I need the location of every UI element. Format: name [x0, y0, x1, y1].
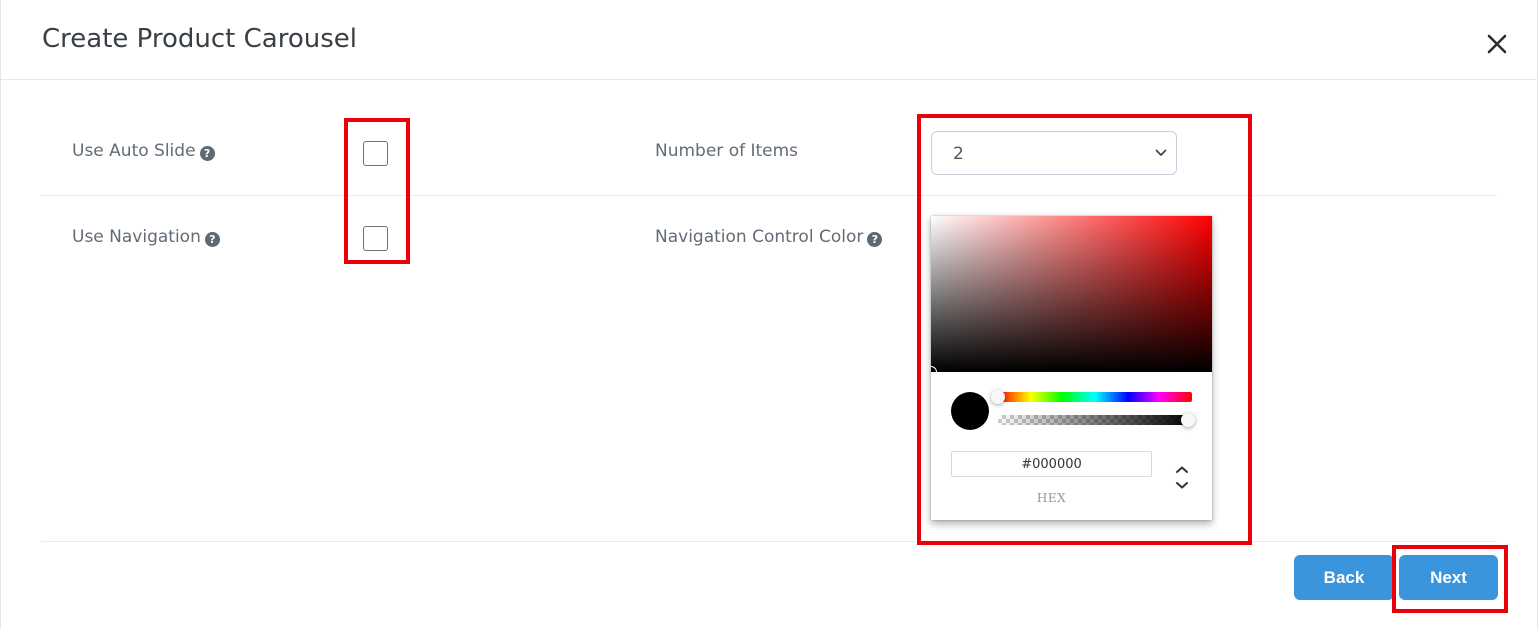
settings-highlight-box [917, 114, 1252, 545]
row-divider [41, 195, 1497, 196]
modal-title: Create Product Carousel [42, 24, 357, 54]
auto-slide-help-icon[interactable]: ? [199, 146, 215, 161]
create-product-carousel-modal: Create Product Carousel Use Auto Slide? … [0, 0, 1538, 629]
close-icon [1487, 34, 1507, 54]
nav-control-color-help-icon[interactable]: ? [867, 232, 883, 247]
footer-divider [41, 541, 1497, 542]
nav-control-color-label-text: Navigation Control Color [655, 227, 864, 247]
checkbox-highlight-box [344, 118, 410, 264]
back-button[interactable]: Back [1294, 555, 1394, 600]
close-button[interactable] [1481, 28, 1513, 60]
navigation-label-text: Use Navigation [72, 227, 201, 247]
navigation-label: Use Navigation? [72, 227, 220, 247]
navigation-help-icon[interactable]: ? [204, 232, 220, 247]
auto-slide-label: Use Auto Slide? [72, 141, 215, 161]
number-of-items-label: Number of Items [655, 141, 799, 161]
auto-slide-label-text: Use Auto Slide [72, 141, 196, 161]
next-button-highlight-box [1392, 545, 1508, 613]
nav-control-color-label: Navigation Control Color? [655, 227, 883, 247]
modal-header: Create Product Carousel [1, 0, 1538, 80]
